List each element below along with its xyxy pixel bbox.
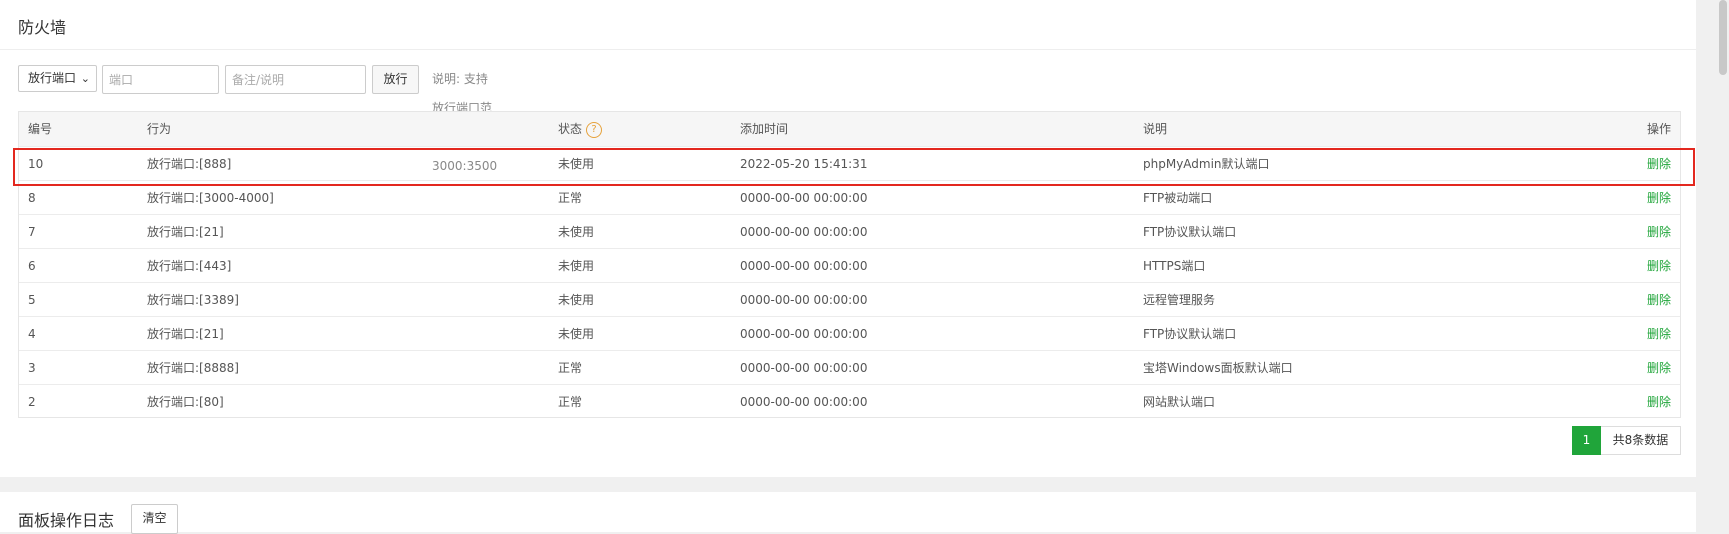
table-row: 10 放行端口:[888] 未使用 2022-05-20 15:41:31 ph… [19, 147, 1680, 181]
row-id: 10 [28, 157, 44, 171]
clear-log-button[interactable]: 清空 [131, 504, 178, 534]
row-id: 4 [28, 327, 36, 341]
row-id: 3 [28, 361, 36, 375]
row-status: 未使用 [558, 157, 595, 171]
chevron-down-icon: ⌄ [80, 72, 90, 85]
row-note: 远程管理服务 [1143, 293, 1216, 307]
row-time: 0000-00-00 00:00:00 [740, 327, 868, 341]
row-id: 5 [28, 293, 36, 307]
row-note: 宝塔Windows面板默认端口 [1143, 361, 1293, 375]
row-time: 0000-00-00 00:00:00 [740, 259, 868, 273]
row-action: 放行端口:[80] [147, 395, 224, 409]
table-row: 5 放行端口:[3389] 未使用 0000-00-00 00:00:00 远程… [19, 283, 1680, 317]
delete-link[interactable]: 删除 [1647, 283, 1671, 317]
table-row: 6 放行端口:[443] 未使用 0000-00-00 00:00:00 HTT… [19, 249, 1680, 283]
row-status: 未使用 [558, 259, 595, 273]
row-status: 未使用 [558, 327, 595, 341]
note-input[interactable] [225, 65, 366, 94]
row-note: FTP被动端口 [1143, 191, 1213, 205]
row-note: phpMyAdmin默认端口 [1143, 157, 1270, 171]
row-time: 2022-05-20 15:41:31 [740, 157, 868, 171]
table-row: 4 放行端口:[21] 未使用 0000-00-00 00:00:00 FTP协… [19, 317, 1680, 351]
header-id: 编号 [28, 122, 53, 136]
row-time: 0000-00-00 00:00:00 [740, 395, 868, 409]
row-id: 2 [28, 395, 36, 409]
rule-type-select-value: 放行端口 [28, 71, 77, 85]
firewall-panel: 防火墙 放行端口 ⌄ 放行 说明: 支持放行端口范围，如: 3000:3500 … [0, 0, 1696, 477]
row-action: 放行端口:[443] [147, 259, 232, 273]
delete-link[interactable]: 删除 [1647, 147, 1671, 181]
row-id: 7 [28, 225, 36, 239]
delete-link[interactable]: 删除 [1647, 385, 1671, 419]
header-action: 行为 [147, 122, 172, 136]
row-id: 8 [28, 191, 36, 205]
table-row: 7 放行端口:[21] 未使用 0000-00-00 00:00:00 FTP协… [19, 215, 1680, 249]
row-time: 0000-00-00 00:00:00 [740, 361, 868, 375]
row-action: 放行端口:[3389] [147, 293, 239, 307]
header-note: 说明 [1143, 122, 1168, 136]
row-note: 网站默认端口 [1143, 395, 1216, 409]
page-1-button[interactable]: 1 [1572, 426, 1601, 455]
row-note: FTP协议默认端口 [1143, 225, 1237, 239]
row-status: 正常 [558, 361, 583, 375]
row-status: 正常 [558, 191, 583, 205]
table-row: 8 放行端口:[3000-4000] 正常 0000-00-00 00:00:0… [19, 181, 1680, 215]
panel-log-title: 面板操作日志 [18, 511, 115, 530]
row-action: 放行端口:[21] [147, 225, 224, 239]
page-total-count: 共8条数据 [1601, 426, 1681, 455]
delete-link[interactable]: 删除 [1647, 249, 1671, 283]
row-status: 未使用 [558, 293, 595, 307]
delete-link[interactable]: 删除 [1647, 215, 1671, 249]
delete-link[interactable]: 删除 [1647, 317, 1671, 351]
firewall-rules-table: 编号 行为 状态? 添加时间 说明 操作 10 放行端口:[888] 未使用 2… [18, 111, 1681, 418]
page-scrollbar[interactable] [1717, 0, 1729, 515]
row-status: 正常 [558, 395, 583, 409]
row-id: 6 [28, 259, 36, 273]
row-action: 放行端口:[21] [147, 327, 224, 341]
scrollbar-thumb[interactable] [1719, 0, 1727, 75]
port-input[interactable] [102, 65, 219, 94]
rule-type-select[interactable]: 放行端口 ⌄ [18, 65, 97, 92]
row-time: 0000-00-00 00:00:00 [740, 225, 868, 239]
header-op: 操作 [1646, 122, 1671, 136]
header-status-label: 状态 [558, 122, 583, 136]
header-time: 添加时间 [740, 122, 789, 136]
allow-button[interactable]: 放行 [372, 65, 419, 94]
table-row: 3 放行端口:[8888] 正常 0000-00-00 00:00:00 宝塔W… [19, 351, 1680, 385]
table-header: 编号 行为 状态? 添加时间 说明 操作 [19, 112, 1680, 147]
row-time: 0000-00-00 00:00:00 [740, 293, 868, 307]
row-action: 放行端口:[3000-4000] [147, 191, 274, 205]
question-circle-icon[interactable]: ? [586, 121, 603, 138]
panel-log-section: 面板操作日志 清空 [0, 492, 1696, 534]
row-status: 未使用 [558, 225, 595, 239]
row-note: FTP协议默认端口 [1143, 327, 1237, 341]
row-time: 0000-00-00 00:00:00 [740, 191, 868, 205]
row-action: 放行端口:[8888] [147, 361, 239, 375]
header-status: 状态? [558, 112, 603, 146]
row-action: 放行端口:[888] [147, 157, 232, 171]
delete-link[interactable]: 删除 [1647, 181, 1671, 215]
title-divider [0, 49, 1696, 50]
panel-title: 防火墙 [18, 18, 67, 37]
row-note: HTTPS端口 [1143, 259, 1206, 273]
delete-link[interactable]: 删除 [1647, 351, 1671, 385]
table-row: 2 放行端口:[80] 正常 0000-00-00 00:00:00 网站默认端… [19, 385, 1680, 419]
